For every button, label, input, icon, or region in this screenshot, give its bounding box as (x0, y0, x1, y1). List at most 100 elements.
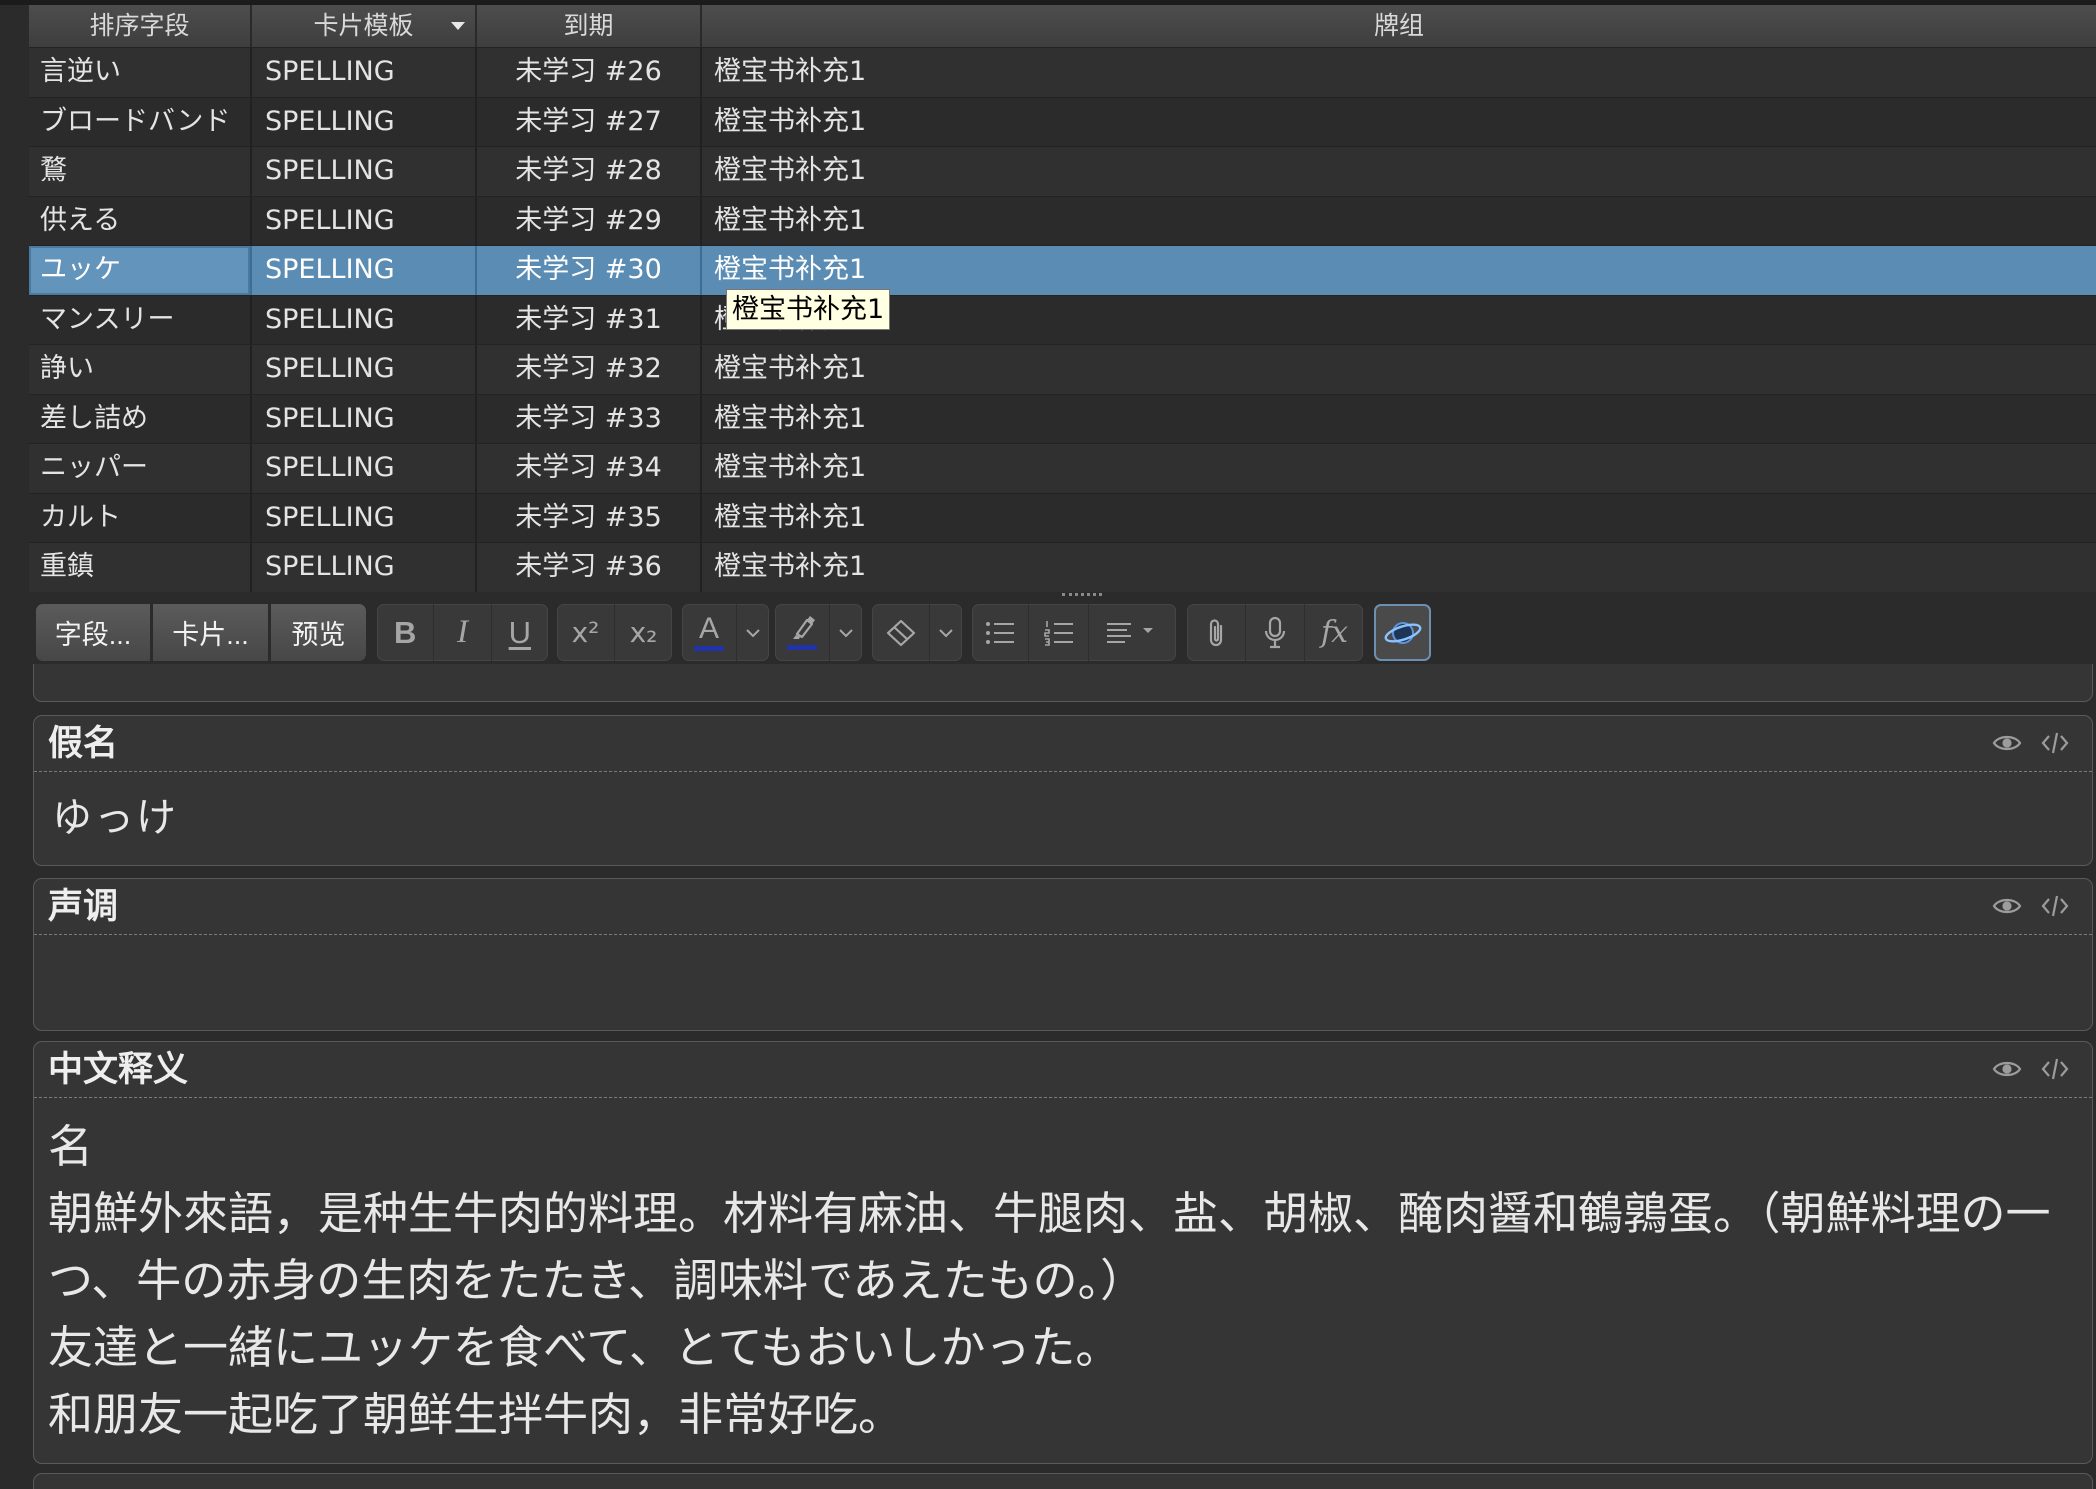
table-row[interactable]: カルト SPELLING 未学习 #35 橙宝书补充1 (29, 493, 2096, 543)
subscript-icon[interactable]: x₂ (615, 604, 672, 661)
cell-deck: 橙宝书补充1 (714, 551, 867, 582)
cell-card-template: SPELLING (252, 196, 477, 245)
field-label: 假名 (48, 724, 119, 764)
italic-icon[interactable]: I (434, 604, 492, 661)
cards-button[interactable]: 卡片... (153, 604, 268, 661)
cell-due: 未学习 #35 (477, 493, 702, 542)
table-row[interactable]: 言逆い SPELLING 未学习 #26 橙宝书补充1 (29, 48, 2096, 98)
field-partial-bottom[interactable] (33, 1473, 2093, 1489)
sort-dropdown-icon[interactable] (451, 22, 465, 30)
code-icon[interactable] (2040, 730, 2070, 756)
cell-card-template: SPELLING (252, 543, 477, 592)
table-header: 排序字段 卡片模板 到期 牌组 (29, 5, 2096, 48)
field-content[interactable]: 名 朝鮮外來語，是种生牛肉的料理。材料有麻油、牛腿肉、盐、胡椒、醃肉醤和鵪鶉蛋。… (34, 1098, 2092, 1448)
cell-deck: 橙宝书补充1 (714, 56, 867, 87)
highlight-button[interactable] (775, 604, 830, 661)
splitter-grip-icon[interactable] (1062, 593, 1102, 597)
align-button[interactable] (1089, 604, 1176, 661)
cell-card-template: SPELLING (252, 394, 477, 443)
cell-sort-field: 鶩 (29, 147, 252, 196)
pane-splitter[interactable] (0, 592, 2096, 600)
cell-card-template: SPELLING (252, 444, 477, 493)
superscript-icon[interactable]: x² (557, 604, 615, 661)
column-header-label: 排序字段 (89, 11, 190, 40)
cell-card-template: SPELLING (252, 295, 477, 344)
editor-toolbar: 字段... 卡片... 预览 B I U x² x₂ A fx (0, 600, 2096, 664)
underline-icon[interactable]: U (492, 604, 548, 661)
cell-deck: 橙宝书补充1 (714, 155, 867, 186)
highlight-color-swatch (787, 645, 817, 650)
cell-due: 未学习 #31 (477, 295, 702, 344)
bullet-list-icon[interactable] (972, 604, 1029, 661)
column-header-label: 卡片模板 (313, 11, 414, 40)
fields-button[interactable]: 字段... (36, 604, 150, 661)
cell-sort-field: 差し詰め (29, 394, 252, 443)
toolbar-group-clear (872, 604, 962, 661)
chevron-down-icon[interactable] (830, 604, 862, 661)
addon-orbit-icon[interactable] (1374, 604, 1431, 661)
cell-due: 未学习 #29 (477, 196, 702, 245)
cell-deck: 橙宝书补充1 (714, 452, 867, 483)
field-content[interactable] (34, 935, 2092, 956)
eye-icon[interactable] (1992, 1056, 2022, 1082)
cell-card-template: SPELLING (252, 97, 477, 146)
field-line: 名 (48, 1120, 94, 1173)
microphone-icon[interactable] (1246, 604, 1305, 661)
cell-sort-field: 供える (29, 196, 252, 245)
text-color-button[interactable]: A (682, 604, 737, 661)
preview-button[interactable]: 预览 (271, 604, 366, 661)
numbered-list-icon[interactable] (1029, 604, 1089, 661)
field-label: 中文释义 (48, 1050, 189, 1090)
cell-sort-field: 言逆い (29, 48, 252, 97)
toolbar-group-lists (972, 604, 1176, 661)
toolbar-group-text-color: A (682, 604, 769, 661)
cell-due: 未学习 #26 (477, 48, 702, 97)
field-chinese-definition: 中文释义 名 朝鮮外來語，是种生牛肉的料理。材料有麻油、牛腿肉、盐、胡椒、醃肉醤… (33, 1041, 2093, 1464)
field-content[interactable]: ゆっけ (34, 772, 2092, 843)
table-row[interactable]: 諍い SPELLING 未学习 #32 橙宝书补充1 (29, 345, 2096, 395)
table-row[interactable]: ニッパー SPELLING 未学习 #34 橙宝书补充1 (29, 444, 2096, 494)
table-row[interactable]: 差し詰め SPELLING 未学习 #33 橙宝书补充1 (29, 394, 2096, 444)
field-header: 假名 (34, 716, 2092, 772)
table-row[interactable]: マンスリー SPELLING 未学习 #31 橙宝书补充1 (29, 295, 2096, 345)
cell-deck: 橙宝书补充1 (714, 402, 867, 434)
cell-card-template: SPELLING (252, 48, 477, 97)
column-header-label: 牌组 (1373, 11, 1424, 40)
code-icon[interactable] (2040, 893, 2070, 919)
field-pitch-accent: 声调 (33, 878, 2093, 1031)
table-row[interactable]: ブロードバンド SPELLING 未学习 #27 橙宝书补充1 (29, 97, 2096, 147)
math-fx-icon[interactable]: fx (1305, 604, 1363, 661)
code-icon[interactable] (2040, 1056, 2070, 1082)
paperclip-icon[interactable] (1187, 604, 1246, 661)
text-color-icon: A (698, 612, 719, 645)
cell-due: 未学习 #34 (477, 444, 702, 493)
toolbar-group-insert: fx (1187, 604, 1363, 661)
chevron-down-icon[interactable] (737, 604, 769, 661)
field-line: ゆっけ (52, 795, 178, 841)
column-header-deck[interactable]: 牌组 (702, 5, 2096, 47)
column-header-card-template[interactable]: 卡片模板 (252, 5, 477, 47)
cell-due: 未学习 #36 (477, 543, 702, 592)
column-header-due[interactable]: 到期 (477, 5, 702, 47)
column-header-sort-field[interactable]: 排序字段 (29, 5, 252, 47)
table-row[interactable]: 供える SPELLING 未学习 #29 橙宝书补充1 (29, 196, 2096, 246)
field-header: 中文释义 (34, 1042, 2092, 1098)
table-row[interactable]: 鶩 SPELLING 未学习 #28 橙宝书补充1 (29, 147, 2096, 197)
bold-icon[interactable]: B (377, 604, 435, 661)
eraser-icon[interactable] (872, 604, 930, 661)
cell-card-template: SPELLING (252, 345, 477, 394)
card-browser-table[interactable]: 排序字段 卡片模板 到期 牌组 言逆い SPELLING 未学习 #26 橙宝书… (29, 5, 2096, 592)
table-row-selected[interactable]: ユッケ SPELLING 未学习 #30 橙宝书补充1 (29, 246, 2096, 296)
cell-deck: 橙宝书补充1 (702, 296, 2096, 345)
eye-icon[interactable] (1992, 893, 2022, 919)
chevron-down-icon[interactable] (930, 604, 962, 661)
cell-sort-field: ニッパー (29, 444, 252, 493)
eye-icon[interactable] (1992, 730, 2022, 756)
cell-deck: 橙宝书补充1 (714, 353, 867, 384)
field-kana: 假名 ゆっけ (33, 715, 2093, 866)
table-row[interactable]: 重鎮 SPELLING 未学习 #36 橙宝书补充1 (29, 543, 2096, 592)
text-color-swatch (694, 646, 724, 651)
field-label: 声调 (48, 887, 119, 927)
cell-due: 未学习 #33 (477, 394, 702, 443)
cell-deck: 橙宝书补充1 (714, 501, 867, 533)
